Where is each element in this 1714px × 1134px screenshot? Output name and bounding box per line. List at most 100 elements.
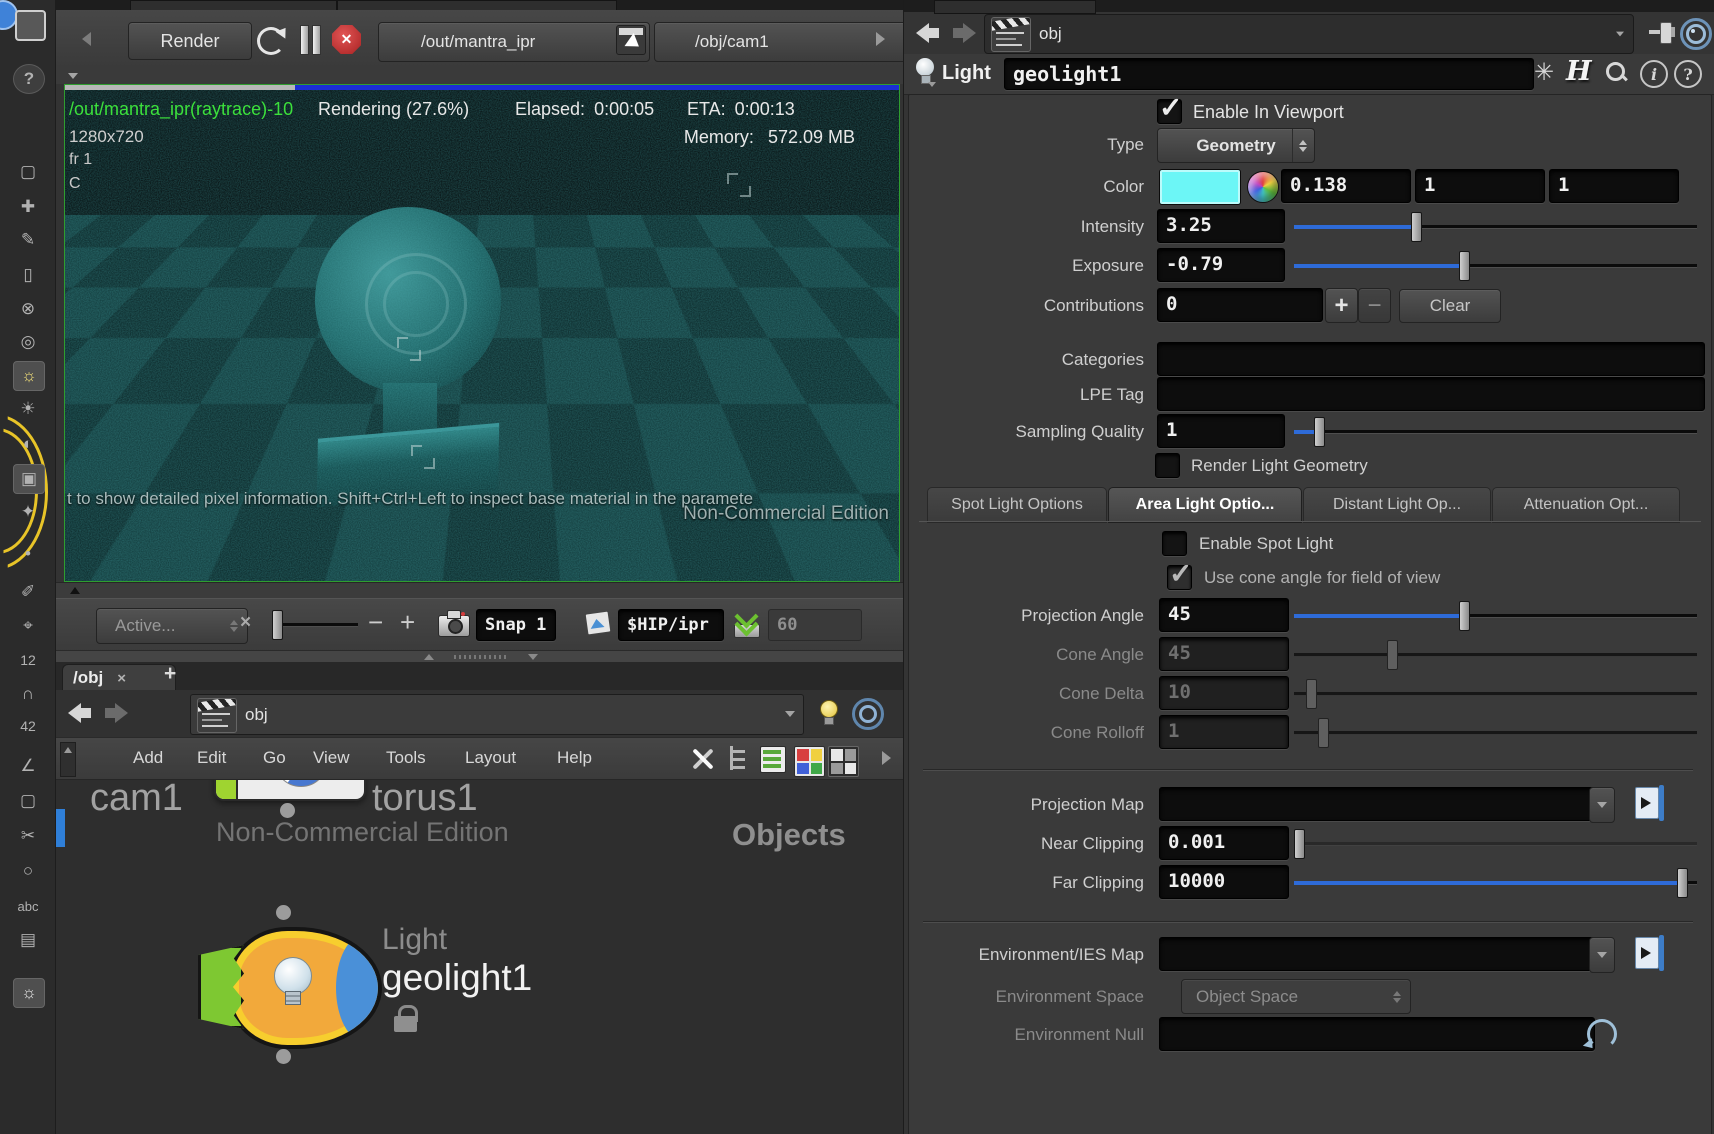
active-dropdown[interactable]: Active... xyxy=(96,608,248,644)
tab-attenuation-options[interactable]: Attenuation Opt... xyxy=(1492,487,1680,523)
add-contribution-button[interactable]: + xyxy=(1325,288,1358,323)
menu-help[interactable]: Help xyxy=(557,738,592,778)
dot-icon[interactable]: • xyxy=(13,540,43,568)
move-icon[interactable]: ✚ xyxy=(13,193,43,221)
abc-icon[interactable]: abc xyxy=(13,892,43,920)
far-clipping-slider[interactable] xyxy=(1294,868,1697,896)
render-light-geometry-checkbox[interactable] xyxy=(1155,453,1180,478)
lock-icon[interactable]: ▯ xyxy=(13,261,43,289)
node-label-torus1[interactable]: torus1 xyxy=(372,777,478,820)
color-g-field[interactable]: 1 xyxy=(1415,169,1545,203)
info-icon[interactable]: i xyxy=(1640,60,1668,88)
collapse-icon[interactable] xyxy=(68,73,78,79)
env-null-field[interactable] xyxy=(1159,1017,1595,1051)
nav-back-icon[interactable] xyxy=(916,20,942,46)
rop-path-dropdown[interactable]: /out/mantra_ipr xyxy=(378,22,650,62)
remove-contribution-button[interactable]: − xyxy=(1358,288,1391,323)
material-icon[interactable]: ▣ xyxy=(13,464,45,494)
light-box-icon[interactable]: ☼ xyxy=(13,978,45,1008)
projection-angle-slider[interactable] xyxy=(1294,601,1697,629)
light-small-icon[interactable]: ☀ xyxy=(13,395,43,423)
camera-path-dropdown[interactable]: /obj/cam1 xyxy=(654,22,908,62)
use-cone-angle-checkbox[interactable] xyxy=(1167,565,1192,590)
type-dropdown[interactable]: Geometry xyxy=(1157,128,1315,163)
light-bulb-icon[interactable] xyxy=(914,58,936,88)
lpe-tag-field[interactable] xyxy=(1157,377,1705,411)
frame-12-icon[interactable]: 12 xyxy=(13,646,43,674)
divider-grip[interactable] xyxy=(454,655,508,659)
houdini-logo-icon[interactable]: H xyxy=(1566,56,1592,87)
intensity-field[interactable]: 3.25 xyxy=(1157,209,1285,243)
link-target-icon[interactable] xyxy=(1680,18,1712,50)
image-icon[interactable]: ▤ xyxy=(13,926,43,954)
panel-path-field[interactable]: obj xyxy=(984,14,1634,54)
menu-add[interactable]: Add xyxy=(133,738,163,778)
projection-angle-field[interactable]: 45 xyxy=(1159,598,1289,632)
help-button[interactable]: ? xyxy=(13,64,45,94)
clear-contributions-button[interactable]: Clear xyxy=(1399,289,1501,323)
menu-go[interactable]: Go xyxy=(263,738,286,778)
node-label-cam1[interactable]: cam1 xyxy=(90,777,183,820)
save-stack-icon[interactable] xyxy=(730,606,762,640)
color-r-field[interactable]: 0.138 xyxy=(1281,169,1411,203)
node-label-geolight1[interactable]: geolight1 xyxy=(382,957,532,999)
delete-icon[interactable]: ⊗ xyxy=(13,295,43,323)
nav-back-icon[interactable] xyxy=(68,700,94,726)
magnet-icon[interactable]: ∩ xyxy=(13,680,43,708)
color-palette-icon[interactable] xyxy=(794,746,825,777)
tools-wrench-icon[interactable] xyxy=(690,746,716,772)
color-swatch[interactable] xyxy=(1159,169,1241,205)
clear-sequence-button[interactable]: × xyxy=(240,612,251,634)
exposure-slider[interactable] xyxy=(1294,251,1697,279)
zoom-out-button[interactable]: − xyxy=(368,607,383,638)
far-clipping-field[interactable]: 10000 xyxy=(1159,865,1289,899)
intensity-slider[interactable] xyxy=(1294,212,1697,240)
render-button[interactable]: Render xyxy=(128,22,252,60)
node-input-dot[interactable] xyxy=(276,905,291,920)
nav-forward-icon[interactable] xyxy=(950,20,976,46)
path-dropdown-icon[interactable] xyxy=(785,711,795,717)
sampling-quality-field[interactable]: 1 xyxy=(1157,414,1285,448)
near-clipping-field[interactable]: 0.001 xyxy=(1159,826,1289,860)
node-name-field[interactable]: geolight1 xyxy=(1004,58,1534,90)
pin-icon[interactable] xyxy=(1646,18,1674,46)
ruler-icon[interactable]: ∠ xyxy=(13,752,43,780)
tab-close-icon[interactable]: × xyxy=(117,670,126,687)
marquee-tool-icon[interactable] xyxy=(15,10,46,41)
follow-light-icon[interactable] xyxy=(816,698,842,726)
sampling-quality-slider[interactable] xyxy=(1294,417,1697,445)
node-output-dot[interactable] xyxy=(276,1049,291,1064)
path-dropdown-icon[interactable] xyxy=(1616,32,1624,37)
menu-overflow-icon[interactable] xyxy=(882,751,891,765)
enable-viewport-checkbox[interactable] xyxy=(1157,99,1182,124)
toolbar-overflow-icon[interactable] xyxy=(876,32,885,46)
color-b-field[interactable]: 1 xyxy=(1549,169,1679,203)
env-map-field[interactable] xyxy=(1159,937,1605,971)
env-map-dropdown[interactable] xyxy=(1589,937,1615,973)
orbit-icon[interactable]: ◎ xyxy=(13,328,43,356)
refresh-icon[interactable] xyxy=(257,27,285,55)
menu-view[interactable]: View xyxy=(313,738,350,778)
network-path-field[interactable]: obj xyxy=(190,694,804,735)
menu-collapse-icon[interactable] xyxy=(60,742,76,777)
color-wheel-icon[interactable] xyxy=(1247,171,1279,203)
grid-view-icon[interactable] xyxy=(828,746,859,777)
output-path-field[interactable]: $HIP/ipr xyxy=(618,609,724,641)
search-icon[interactable] xyxy=(1604,60,1630,86)
collapse-up-icon[interactable] xyxy=(424,654,434,660)
tab-area-light-options[interactable]: Area Light Optio... xyxy=(1108,487,1302,523)
light-node-icon[interactable] xyxy=(198,927,374,1041)
gear-icon[interactable]: ✳ xyxy=(1534,58,1554,87)
spinner-icon[interactable] xyxy=(1292,129,1310,162)
new-tab-button[interactable]: + xyxy=(164,662,176,686)
pen-icon[interactable]: ✎ xyxy=(13,226,43,254)
nav-forward-icon[interactable] xyxy=(102,700,128,726)
frame-42-icon[interactable]: 42 xyxy=(13,712,43,740)
menu-tools[interactable]: Tools xyxy=(386,738,426,778)
scroll-left-icon[interactable] xyxy=(82,32,91,46)
dropper-icon[interactable]: ⌖ xyxy=(13,612,43,640)
tab-distant-light-options[interactable]: Distant Light Op... xyxy=(1303,487,1491,523)
projection-map-field[interactable] xyxy=(1159,787,1605,821)
tab-spot-light-options[interactable]: Spot Light Options xyxy=(927,487,1107,523)
fps-field[interactable]: 60 xyxy=(768,609,862,641)
